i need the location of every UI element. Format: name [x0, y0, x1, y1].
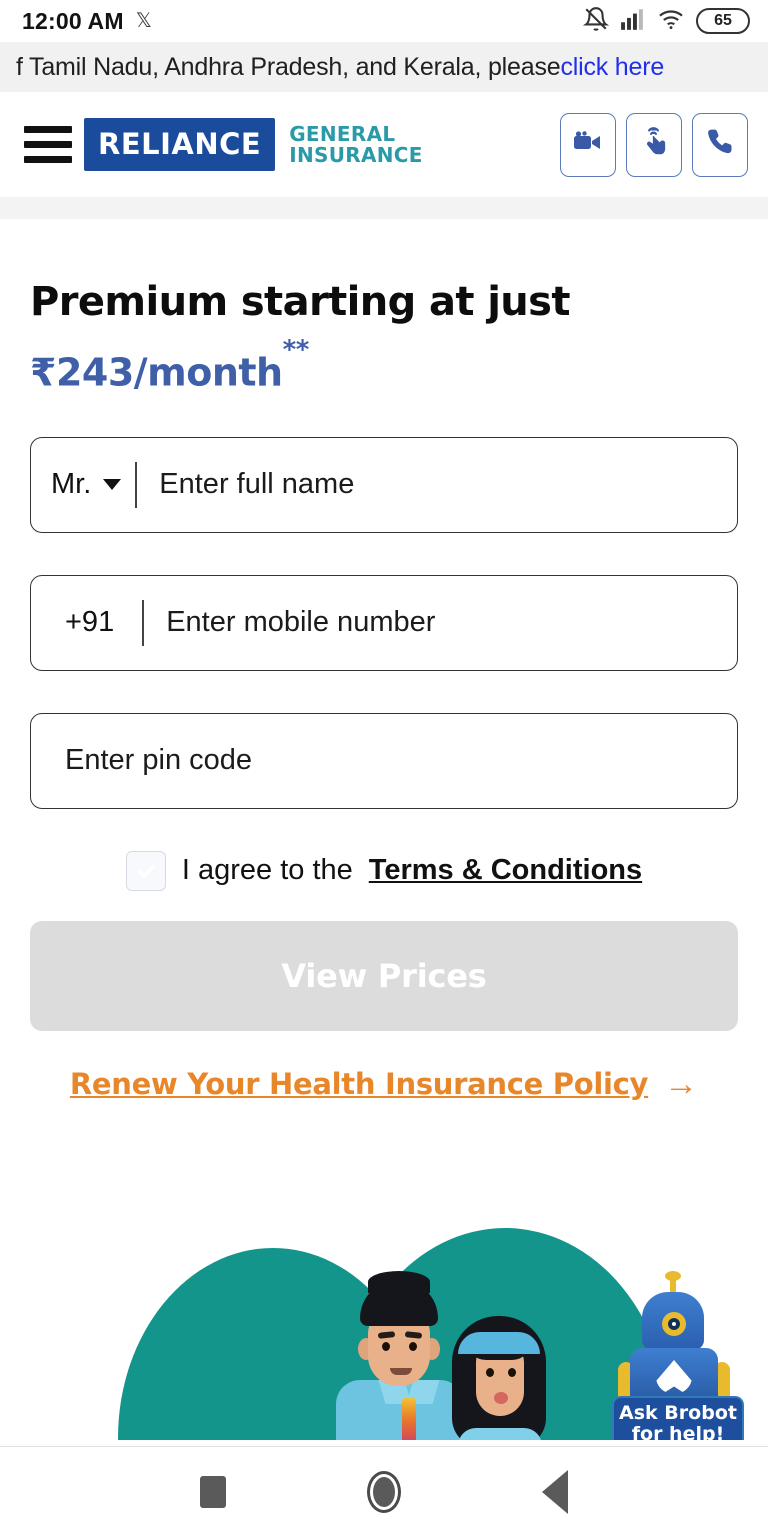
mobile-number-input[interactable]: Enter mobile number: [144, 606, 737, 639]
mobile-number-field[interactable]: +91 Enter mobile number: [30, 574, 738, 671]
title-select[interactable]: Mr.: [31, 468, 122, 501]
site-header: RELIANCE GENERAL INSURANCE: [0, 92, 768, 1534]
arrow-right-icon: →: [664, 1064, 699, 1103]
price-asterisk: **: [282, 334, 310, 365]
renew-policy-link[interactable]: Renew Your Health Insurance Policy →: [30, 1067, 738, 1101]
status-bar-clock: 12:00 AM: [22, 7, 124, 34]
call-us-button[interactable]: [692, 112, 748, 177]
x-app-icon: 𝕏: [135, 10, 152, 32]
notice-text: f Tamil Nadu, Andhra Pradesh, and Kerala…: [16, 52, 561, 81]
self-service-button[interactable]: [626, 112, 682, 177]
header-divider-band: [0, 197, 768, 219]
logo-subtitle: GENERAL INSURANCE: [289, 121, 423, 167]
logo-subtitle-line1: GENERAL: [289, 121, 396, 146]
self-service-tap-icon: [640, 127, 668, 162]
video-call-button[interactable]: [560, 112, 616, 177]
country-code-label: +91: [31, 606, 114, 639]
notice-click-here-link[interactable]: click here: [560, 53, 664, 82]
cellular-signal-icon: [620, 8, 646, 35]
chevron-down-icon: [103, 479, 122, 491]
main-content: Premium starting at just ₹243/month** Mr…: [0, 279, 768, 1101]
status-bar-left: 12:00 AM 𝕏: [22, 8, 152, 35]
android-navigation-bar: [0, 1446, 768, 1536]
wifi-icon: [657, 8, 685, 35]
phone-call-icon: [707, 128, 733, 161]
battery-indicator: 65: [696, 8, 750, 34]
logo-subtitle-line2: INSURANCE: [289, 142, 423, 167]
brobot-badge-line1: Ask Brobot: [619, 1402, 737, 1424]
back-button[interactable]: [541, 1469, 568, 1514]
consent-row: I agree to the Terms & Conditions: [30, 850, 738, 891]
title-select-value: Mr.: [51, 468, 92, 501]
brobot-assistant[interactable]: Ask Brobot for help!: [612, 1271, 744, 1440]
brobot-help-badge[interactable]: Ask Brobot for help!: [612, 1396, 744, 1440]
page-headline: Premium starting at just: [30, 279, 571, 325]
logo-box: RELIANCE: [84, 118, 402, 1534]
hero-illustration: Ask Brobot for help!: [0, 1190, 768, 1440]
price-text: ₹243/month**: [30, 335, 738, 395]
full-name-input[interactable]: Enter full name: [137, 468, 737, 501]
brobot-eye-icon: [662, 1312, 686, 1336]
status-bar-right: 65: [582, 6, 750, 37]
country-code-value: +91: [65, 606, 115, 639]
renew-policy-label: Renew Your Health Insurance Policy: [69, 1066, 649, 1101]
recent-apps-button[interactable]: [200, 1475, 227, 1508]
home-button[interactable]: [366, 1470, 401, 1513]
view-prices-button[interactable]: View Prices: [30, 920, 738, 1031]
mute-bell-icon: [582, 6, 610, 37]
notice-banner[interactable]: f Tamil Nadu, Andhra Pradesh, and Kerala…: [0, 42, 768, 92]
pin-code-input[interactable]: Enter pin code: [31, 744, 737, 777]
terms-and-conditions-link[interactable]: Terms & Conditions: [369, 854, 642, 887]
pin-code-field[interactable]: Enter pin code: [30, 712, 738, 809]
status-bar: 12:00 AM 𝕏 65: [0, 0, 768, 42]
price-value: ₹243/month: [30, 350, 283, 395]
terms-checkbox[interactable]: [125, 850, 166, 891]
video-call-icon: [573, 130, 603, 159]
full-name-field[interactable]: Mr. Enter full name: [30, 436, 738, 533]
consent-text: I agree to the: [181, 854, 353, 887]
logo-brand-text: RELIANCE: [98, 127, 262, 161]
brobot-badge-line2: for help!: [631, 1422, 725, 1440]
brand-logo[interactable]: RELIANCE GENERAL INSURANCE: [84, 118, 423, 1534]
header-actions: [560, 112, 748, 177]
hamburger-menu-icon[interactable]: [24, 126, 72, 163]
